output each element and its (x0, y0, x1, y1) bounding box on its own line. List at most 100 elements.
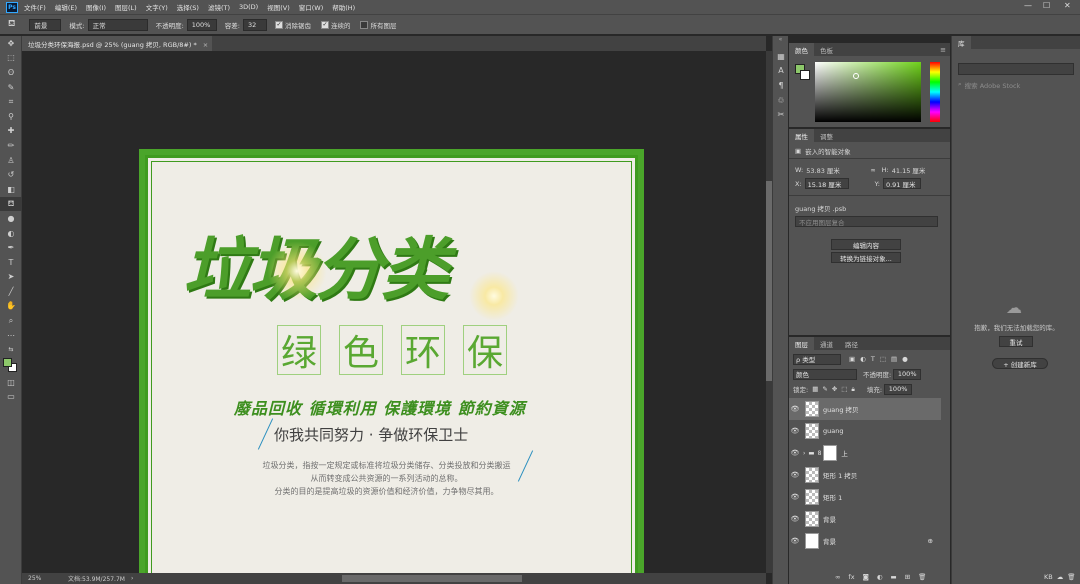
collapse-icon[interactable]: « (773, 36, 788, 49)
filter-type-icon[interactable]: T (871, 355, 875, 363)
more-tools-icon[interactable]: ⋯ (0, 328, 22, 343)
line-tool-icon[interactable]: ╱ (0, 284, 22, 299)
color-picker-cursor[interactable] (853, 73, 859, 79)
visibility-eye-icon[interactable]: 👁︎ (789, 471, 801, 479)
tab-properties[interactable]: 属性 (789, 129, 814, 142)
menu-select[interactable]: 选择(S) (177, 2, 199, 12)
quick-mask-icon[interactable]: ◫ (0, 375, 22, 390)
edit-contents-button[interactable]: 编辑内容 (831, 239, 901, 250)
document-tab-close-icon[interactable]: × (203, 41, 208, 49)
visibility-eye-icon[interactable]: 👁︎ (789, 405, 801, 413)
tab-libraries[interactable]: 库 (952, 36, 971, 49)
fx-icon[interactable]: fx (848, 573, 854, 581)
hand-tool-icon[interactable]: ✋ (0, 299, 22, 314)
filter-smart-icon[interactable]: ▤ (891, 355, 897, 363)
menu-file[interactable]: 文件(F) (24, 2, 46, 12)
document-tab[interactable]: 垃圾分类环保海报.psd @ 25% (guang 拷贝, RGB/8#) * … (22, 36, 212, 51)
blend-mode-select[interactable]: 颜色 (793, 368, 857, 380)
layer-name[interactable]: 背景 (823, 514, 836, 524)
w-value[interactable]: 53.83 厘米 (806, 165, 858, 175)
lock-pixels-icon[interactable]: ✎ (822, 385, 827, 393)
library-delete-icon[interactable]: 🗑︎ (1067, 573, 1075, 581)
link-dims-icon[interactable]: ∞ (870, 166, 875, 174)
status-arrow-icon[interactable]: › (131, 575, 133, 582)
lock-transparent-icon[interactable]: ▦ (812, 385, 818, 393)
layer-row[interactable]: 👁︎ 矩形 1 拷贝 (789, 464, 941, 486)
all-layers-checkbox[interactable] (360, 20, 369, 29)
lock-position-icon[interactable]: ✥ (832, 385, 837, 393)
color-picker-field[interactable] (815, 62, 921, 122)
x-input[interactable]: 15.18 厘米 (804, 178, 849, 189)
layer-row[interactable]: 👁︎ › ▬ 8 上 (789, 442, 941, 464)
minimize-button[interactable]: — (1024, 1, 1032, 10)
convert-to-linked-button[interactable]: 转换为链接对象... (831, 252, 901, 263)
dodge-tool-icon[interactable]: ◐ (0, 226, 22, 241)
history-brush-tool-icon[interactable]: ↺ (0, 167, 22, 182)
layer-name[interactable]: 上 (841, 448, 848, 458)
layer-row[interactable]: 👁︎ 背景 (789, 508, 941, 530)
actions-panel-icon[interactable]: ♲ (773, 93, 789, 108)
zoom-tool-icon[interactable]: ⌕ (0, 313, 22, 328)
healing-brush-tool-icon[interactable]: ✚ (0, 124, 22, 139)
pen-tool-icon[interactable]: ✒ (0, 240, 22, 255)
visibility-eye-icon[interactable]: 👁︎ (789, 427, 801, 435)
lock-all-icon[interactable]: 🔒︎ (851, 385, 854, 394)
tolerance-input[interactable]: 32 (242, 18, 267, 31)
menu-help[interactable]: 帮助(H) (332, 2, 355, 12)
library-select[interactable] (958, 63, 1074, 75)
zoom-level[interactable]: 25% (22, 575, 62, 582)
fill-input[interactable]: 100% (884, 383, 913, 395)
layer-row[interactable]: 👁︎ guang (789, 420, 941, 442)
move-tool-icon[interactable]: ✥ (0, 36, 22, 51)
eraser-tool-icon[interactable]: ◧ (0, 182, 22, 197)
quick-select-tool-icon[interactable]: ✎ (0, 80, 22, 95)
tab-channels[interactable]: 通道 (814, 337, 839, 350)
layer-name[interactable]: guang (823, 427, 843, 435)
brush-tool-icon[interactable]: ✏ (0, 138, 22, 153)
tool-presets-icon[interactable]: ✂ (773, 107, 789, 122)
filter-shape-icon[interactable]: ⬚ (880, 355, 886, 363)
color-swatches[interactable] (0, 357, 22, 375)
link-layers-icon[interactable]: ∞ (835, 573, 840, 581)
layer-opacity-input[interactable]: 100% (893, 368, 922, 380)
swap-colors-icon[interactable]: ⇆ (0, 342, 22, 357)
layer-name[interactable]: 矩形 1 拷贝 (823, 470, 857, 480)
foreground-color-swatch[interactable] (3, 358, 12, 368)
filter-pixel-icon[interactable]: ▣ (849, 355, 855, 363)
menu-window[interactable]: 窗口(W) (299, 2, 324, 12)
layer-name[interactable]: guang 拷贝 (823, 404, 859, 414)
filter-adjust-icon[interactable]: ◐ (860, 355, 866, 363)
mode-select[interactable]: 正常 (87, 18, 148, 31)
layer-filter-select[interactable]: ρ 类型 (793, 353, 841, 365)
delete-layer-icon[interactable]: 🗑︎ (918, 573, 926, 581)
document-info[interactable]: 文档:53.9M/257.7M (68, 574, 125, 583)
new-group-icon[interactable]: ▬ (891, 573, 897, 581)
tab-paths[interactable]: 路径 (839, 337, 864, 350)
maximize-button[interactable]: ☐ (1043, 1, 1050, 10)
visibility-eye-icon[interactable]: 👁︎ (789, 449, 801, 457)
layer-row[interactable]: 👁︎ guang 拷贝 (789, 398, 941, 420)
hue-slider[interactable] (930, 62, 940, 122)
type-tool-icon[interactable]: T (0, 255, 22, 270)
crop-tool-icon[interactable]: ⌗ (0, 94, 22, 109)
character-panel-icon[interactable]: A (773, 64, 789, 79)
menu-3d[interactable]: 3D(D) (239, 3, 258, 11)
color-panel-menu-icon[interactable]: ≡ (936, 44, 950, 56)
visibility-eye-icon[interactable]: 👁︎ (789, 493, 801, 501)
menu-layer[interactable]: 图层(L) (115, 2, 137, 12)
create-library-button[interactable]: + 创建新库 (992, 358, 1048, 369)
tab-swatches[interactable]: 色板 (814, 43, 839, 56)
menu-view[interactable]: 视图(V) (267, 2, 290, 12)
menu-edit[interactable]: 编辑(E) (55, 2, 77, 12)
stock-search-row[interactable]: ⌕ 搜索 Adobe Stock (958, 79, 1074, 90)
layer-row[interactable]: 👁︎ 背景 ⊕ (789, 530, 941, 552)
path-select-tool-icon[interactable]: ➤ (0, 270, 22, 285)
blur-tool-icon[interactable]: ● (0, 211, 22, 226)
expand-group-icon[interactable]: › (803, 450, 805, 457)
filter-toggle-icon[interactable]: ● (902, 355, 908, 363)
layer-name[interactable]: 矩形 1 (823, 492, 842, 502)
color-panel-background-swatch[interactable] (800, 70, 810, 80)
opacity-input[interactable]: 100% (186, 18, 217, 31)
menu-type[interactable]: 文字(Y) (146, 2, 168, 12)
tab-layers[interactable]: 图层 (789, 337, 814, 350)
